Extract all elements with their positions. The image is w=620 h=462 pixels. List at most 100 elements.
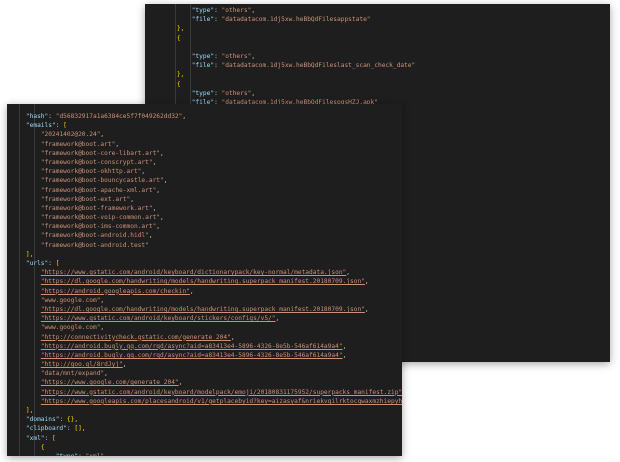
json-string: "www.google.com": [40, 296, 101, 304]
json-key: "type": [56, 453, 78, 456]
json-token: ,: [182, 113, 187, 120]
json-string: "framework@boot-core-libart.art": [40, 149, 161, 157]
code-line: "https://www.gstatic.com/android/keyboar…: [7, 388, 402, 397]
json-string: "framework@boot-bouncycastle.art": [40, 177, 164, 185]
json-token: ],: [25, 407, 34, 414]
json-token: :: [214, 16, 222, 24]
json-token: ,: [346, 269, 351, 277]
code-line: "framework@boot-ims-common.art",: [7, 222, 402, 231]
json-token: ,: [100, 296, 105, 304]
json-key: "file": [191, 62, 215, 70]
code-line: "https://android.bugly.qq.com/rqd/async?…: [7, 342, 402, 351]
json-token: :: [78, 453, 85, 456]
code-line: {: [145, 80, 610, 89]
json-string: "https://dl.google.com/handwriting/model…: [40, 305, 365, 313]
code-line: "https://android.googleapis.com/checkin"…: [7, 287, 402, 296]
json-string: "https://android.bugly.qq.com/rqd/async?…: [40, 351, 343, 359]
json-key: "type": [191, 52, 215, 60]
json-string: "https://android.googleapis.com/checkin": [40, 287, 190, 295]
code-line: },: [145, 70, 610, 79]
json-string: "xml": [86, 453, 105, 456]
json-token: ,: [364, 278, 369, 286]
json-token: ],: [25, 250, 34, 258]
code-line: "https://www.gstatic.com/android/keyboar…: [7, 314, 402, 323]
code-line: "framework@boot-ext.art",: [7, 195, 402, 204]
code-lines: "hash": "d56832917a1a6384ce5f7f049262dd3…: [7, 112, 402, 456]
json-key: "type": [191, 7, 215, 14]
code-line: "framework@boot-android.hidl",: [7, 231, 402, 240]
json-string: "framework@boot-ext.art": [40, 195, 131, 203]
json-string: "framework@boot-voip-common.art": [40, 214, 161, 222]
json-key: "xml": [25, 434, 45, 442]
json-token: ,: [342, 342, 347, 350]
code-line: "type": "others",: [145, 89, 610, 98]
json-string: "framework@boot-apache-xml.art": [40, 186, 157, 194]
json-token: :: [48, 260, 56, 267]
json-token: ,: [178, 379, 183, 387]
code-line: "https://www.googleapis.com/placesandroi…: [7, 397, 402, 406]
json-string: "framework@boot-android.test": [40, 241, 149, 249]
json-string: "datadatacom.1dj5xw.heBbQdFilesappstate": [221, 16, 371, 24]
json-token: ,: [156, 186, 161, 194]
json-string: "data/mnt/expand": [40, 370, 105, 378]
json-string: "http://connectivitycheck.gstatic.com/ge…: [40, 333, 231, 341]
code-line: "framework@boot-framework.art",: [7, 204, 402, 213]
code-line: "https://dl.google.com/handwriting/model…: [7, 277, 402, 286]
json-token: {: [40, 443, 45, 451]
json-token: :: [48, 113, 56, 120]
code-line: "www.google.com",: [7, 296, 402, 305]
json-string: "www.google.com": [40, 324, 101, 332]
code-line: "urls": [: [7, 259, 402, 268]
code-line: "framework@boot.art",: [7, 140, 402, 149]
code-line: "https://android.bugly.qq.com/rqd/async?…: [7, 351, 402, 360]
json-token: ,: [148, 232, 153, 240]
json-string: "others": [221, 89, 252, 97]
json-token: ,: [104, 370, 108, 378]
code-line: {: [7, 443, 402, 452]
json-string: "https://android.bugly.qq.com/rqd/async?…: [40, 342, 343, 350]
json-token: ,: [100, 131, 105, 139]
code-line: "http://connectivitycheck.gstatic.com/ge…: [7, 333, 402, 342]
json-string: "framework@boot-conscrypt.art": [40, 158, 153, 166]
json-token: ,: [141, 168, 146, 176]
code-line: "emails": [: [7, 121, 402, 130]
json-token: ,: [275, 315, 280, 323]
json-token: ,: [122, 361, 127, 369]
code-line: "type": "others",: [145, 52, 610, 61]
code-line: "http://goo.gl/8rdJyj",: [7, 360, 402, 369]
json-string: "20241402@20.24": [40, 131, 101, 139]
json-token: ,: [364, 305, 369, 313]
json-token: [: [63, 122, 67, 130]
json-string: "others": [221, 52, 252, 60]
json-key: "hash": [25, 113, 49, 120]
json-token: ,: [251, 52, 256, 60]
json-string: "http://goo.gl/8rdJyj": [40, 361, 123, 369]
json-token: ,: [160, 149, 164, 157]
code-line: "clipboard": [],: [7, 424, 402, 433]
